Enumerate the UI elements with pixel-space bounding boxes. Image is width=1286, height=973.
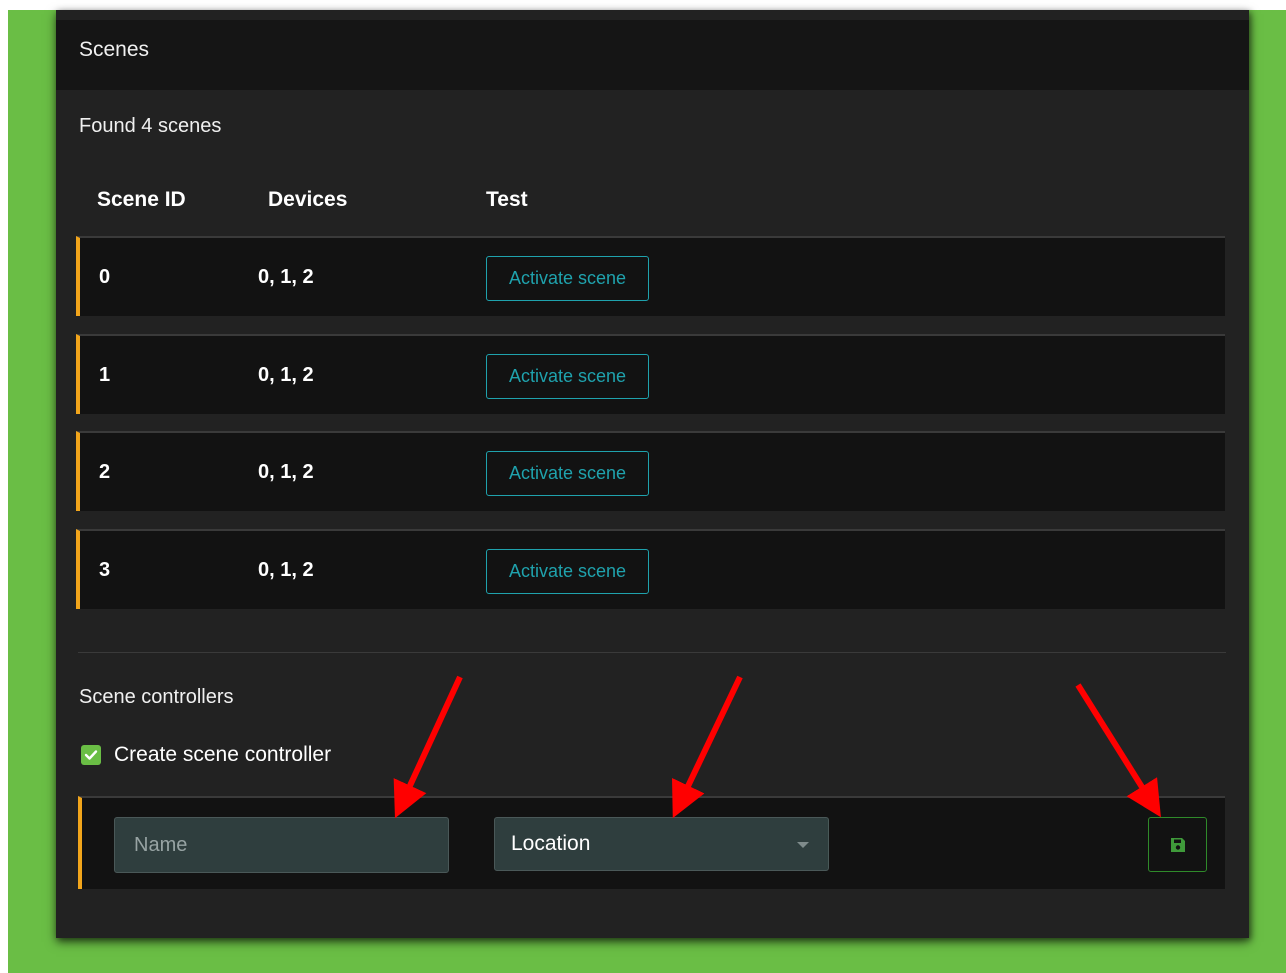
panel-title: Scenes xyxy=(79,38,150,61)
scene-controllers-heading: Scene controllers xyxy=(79,686,234,708)
devices-cell: 0, 1, 2 xyxy=(258,266,314,288)
table-row: 3 0, 1, 2 Activate scene xyxy=(76,529,1225,609)
table-row: 2 0, 1, 2 Activate scene xyxy=(76,431,1225,511)
activate-scene-button[interactable]: Activate scene xyxy=(486,256,649,301)
location-select-value: Location xyxy=(511,832,591,855)
scene-id-cell: 0 xyxy=(99,266,111,288)
column-header-scene-id: Scene ID xyxy=(97,188,186,211)
chevron-down-icon xyxy=(797,842,809,848)
scenes-panel: Scenes Found 4 scenes Scene ID Devices T… xyxy=(56,10,1249,938)
devices-cell: 0, 1, 2 xyxy=(258,461,314,483)
scene-id-cell: 1 xyxy=(99,364,111,386)
devices-cell: 0, 1, 2 xyxy=(258,364,314,386)
table-row: 1 0, 1, 2 Activate scene xyxy=(76,334,1225,414)
table-row: 0 0, 1, 2 Activate scene xyxy=(76,236,1225,316)
activate-scene-button[interactable]: Activate scene xyxy=(486,451,649,496)
column-header-devices: Devices xyxy=(268,188,348,211)
devices-cell: 0, 1, 2 xyxy=(258,559,314,581)
column-header-test: Test xyxy=(486,188,528,211)
activate-scene-button[interactable]: Activate scene xyxy=(486,549,649,594)
panel-header xyxy=(56,20,1249,90)
create-scene-controller-checkbox[interactable] xyxy=(81,745,101,765)
scenes-found-count: Found 4 scenes xyxy=(79,115,222,137)
save-icon xyxy=(1171,838,1185,852)
location-select[interactable]: Location xyxy=(494,817,829,871)
create-scene-controller-label[interactable]: Create scene controller xyxy=(114,741,331,769)
scene-controller-form-row: Location xyxy=(78,796,1225,889)
name-input[interactable] xyxy=(114,817,449,873)
page-edge-left xyxy=(0,0,8,973)
scene-id-cell: 2 xyxy=(99,461,111,483)
page-edge-top xyxy=(8,0,1286,10)
scene-id-cell: 3 xyxy=(99,559,111,581)
section-divider xyxy=(78,652,1226,653)
activate-scene-button[interactable]: Activate scene xyxy=(486,354,649,399)
save-button[interactable] xyxy=(1148,817,1207,872)
check-icon xyxy=(84,750,98,760)
